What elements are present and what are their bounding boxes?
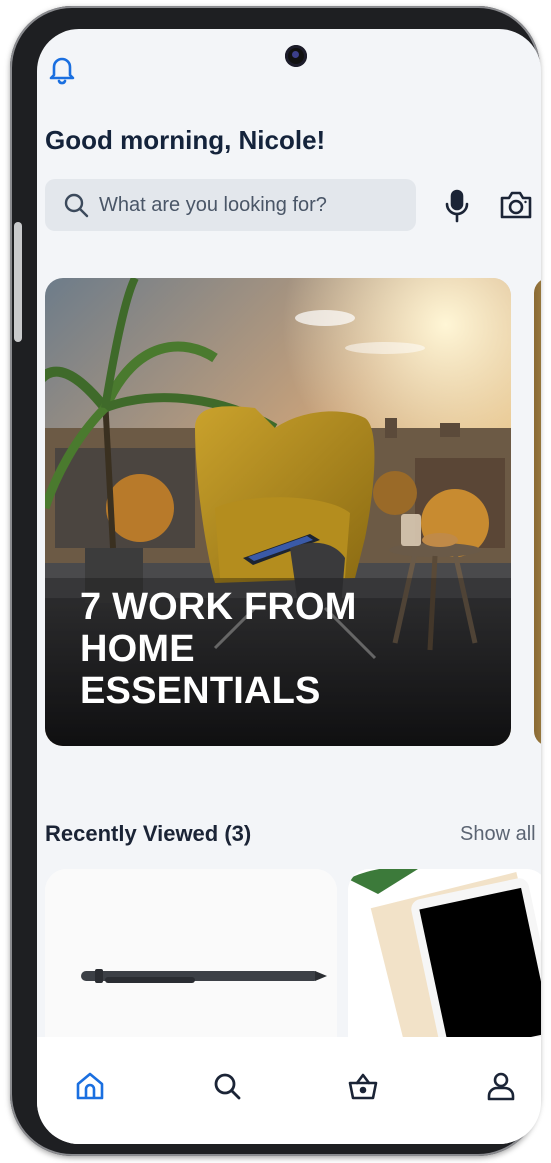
- microphone-icon[interactable]: [442, 189, 472, 223]
- user-icon[interactable]: [484, 1069, 518, 1103]
- bottom-navigation: [37, 1037, 541, 1144]
- next-banner-peek[interactable]: [534, 278, 541, 746]
- basket-icon[interactable]: [346, 1069, 380, 1103]
- search-icon: [64, 193, 89, 218]
- show-all-link[interactable]: Show all: [460, 823, 536, 846]
- search-icon[interactable]: [210, 1069, 244, 1103]
- recently-viewed-title: Recently Viewed (3): [45, 821, 252, 846]
- bell-icon[interactable]: [47, 53, 77, 85]
- home-icon[interactable]: [73, 1069, 107, 1103]
- side-button: [14, 222, 22, 342]
- search-input[interactable]: [97, 192, 401, 218]
- greeting-title: Good morning, Nicole!: [45, 125, 326, 155]
- promo-banner[interactable]: 7 WORK FROM HOME ESSENTIALS: [45, 278, 511, 746]
- search-bar[interactable]: [45, 179, 416, 231]
- front-camera: [285, 45, 307, 67]
- camera-icon[interactable]: [499, 189, 533, 221]
- phone-frame: Good morning, Nicole! What are you looki…: [10, 6, 541, 1156]
- app-screen: Good morning, Nicole! What are you looki…: [37, 29, 541, 1144]
- banner-title: 7 WORK FROM HOME ESSENTIALS: [80, 586, 357, 712]
